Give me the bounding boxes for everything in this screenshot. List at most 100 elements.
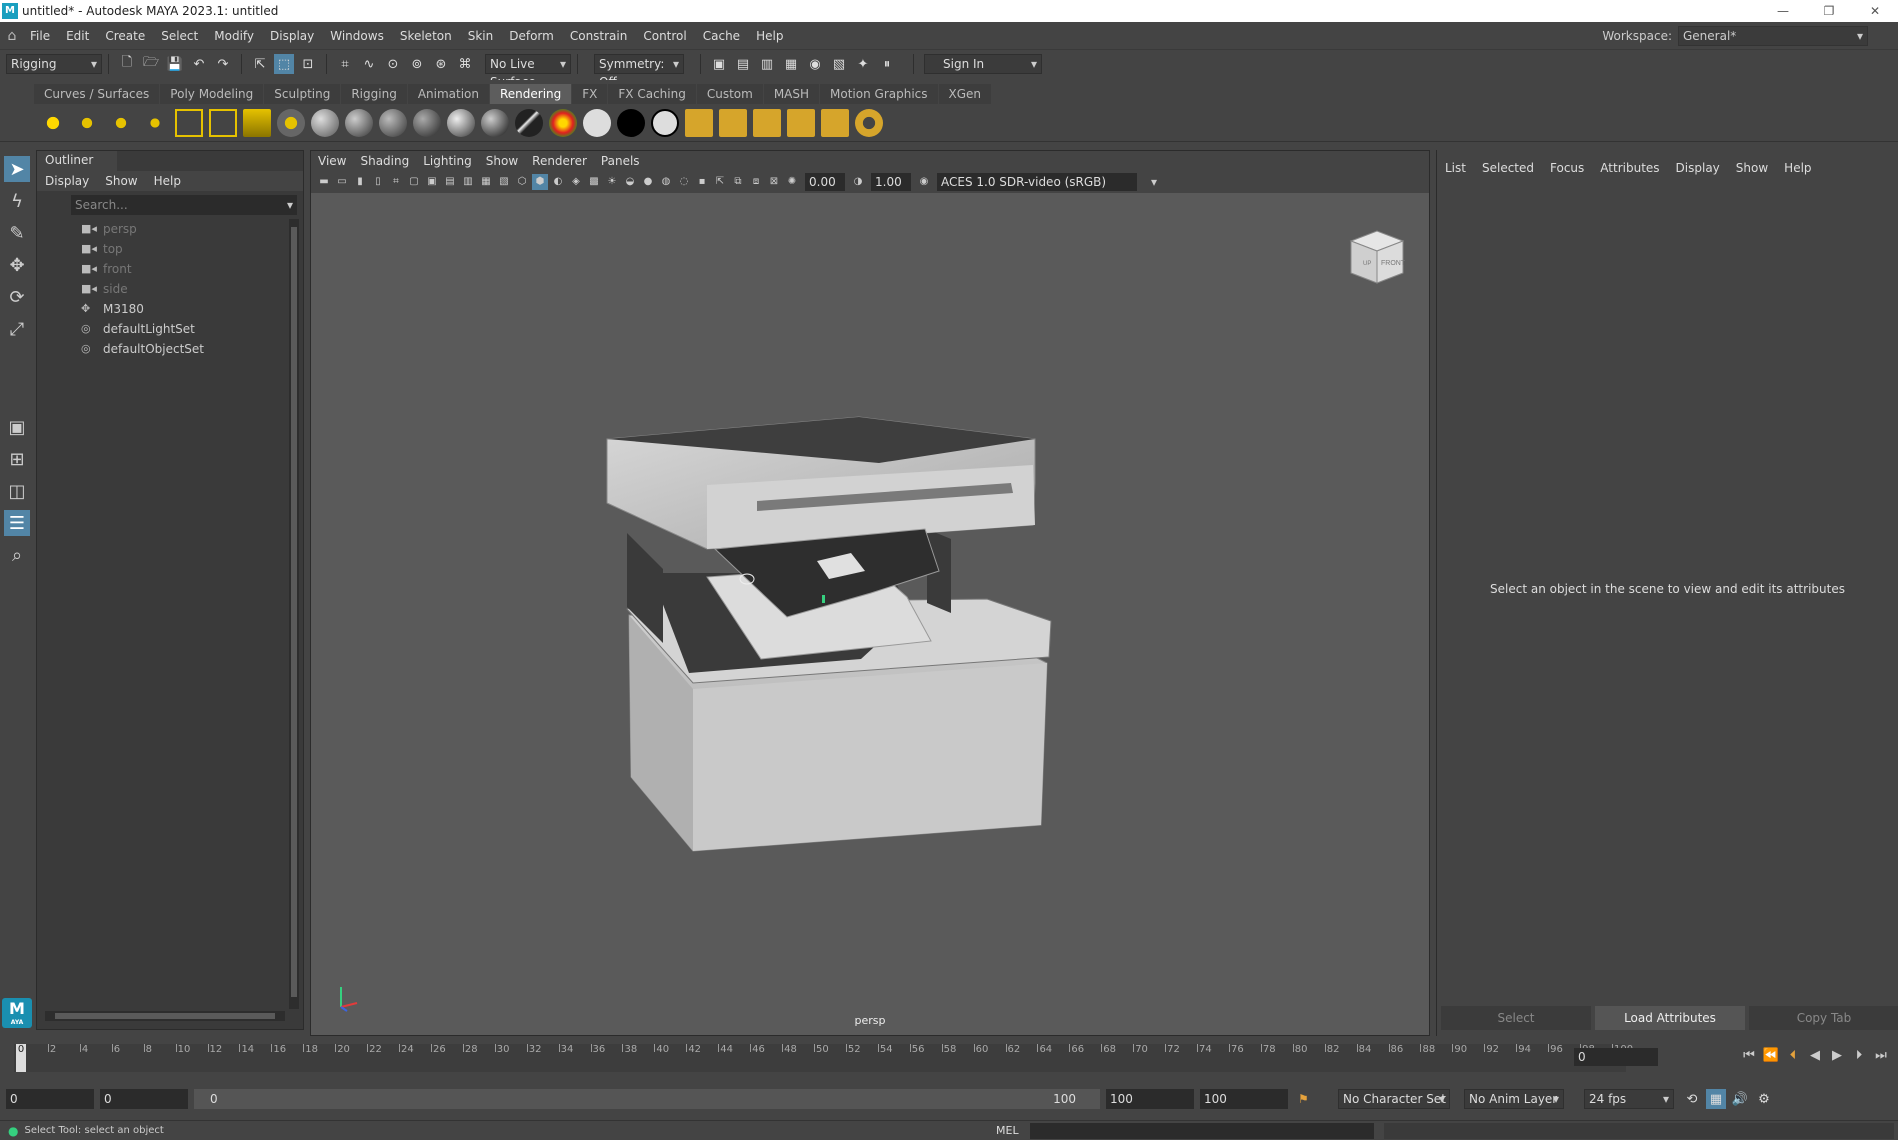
outliner-item-m3180[interactable]: ✥ M3180 [37,299,303,319]
workspace-dropdown[interactable]: General* [1678,26,1868,46]
render-view-icon[interactable]: ▣ [709,54,729,74]
scene-start-field[interactable]: 0 [6,1089,94,1109]
light-editor-icon[interactable]: ✦ [853,54,873,74]
playback-start-field[interactable]: 0 [100,1089,188,1109]
field-chart-icon[interactable]: ▥ [460,174,476,190]
shadows-icon[interactable]: ◒ [622,174,638,190]
step-back-key-icon[interactable]: ⏪ [1760,1048,1782,1063]
menu-edit[interactable]: Edit [60,29,99,43]
anisotropic-icon[interactable] [413,108,441,137]
select-hierarchy-icon[interactable]: ⇱ [250,54,270,74]
use-default-material-icon[interactable]: ◐ [550,174,566,190]
menu-skin[interactable]: Skin [462,29,504,43]
select-tool-icon[interactable]: ➤ [4,156,30,182]
ae-menu-focus[interactable]: Focus [1542,161,1592,175]
step-forward-frame-icon[interactable]: ⏵ [1848,1048,1870,1063]
shelf-tab-xgen[interactable]: XGen [938,84,992,104]
menu-windows[interactable]: Windows [324,29,394,43]
paint-select-icon[interactable]: ✎ [4,220,30,246]
phong-icon[interactable] [379,108,407,137]
outliner-menu-display[interactable]: Display [37,174,97,188]
outlined-material-icon[interactable] [651,108,679,137]
film-gate-icon[interactable]: ▢ [406,174,422,190]
rotate-tool-icon[interactable]: ⟳ [4,284,30,310]
outliner-menu-show[interactable]: Show [97,174,145,188]
go-to-end-icon[interactable]: ⏭ [1870,1048,1892,1063]
bookmark-icon[interactable]: ▮ [352,174,368,190]
outliner-item-front[interactable]: ■◂ front [37,259,303,279]
load-attributes-button[interactable]: Load Attributes [1595,1006,1745,1030]
gate-mask-icon[interactable]: ▤ [442,174,458,190]
shelf-tab-rigging[interactable]: Rigging [341,84,407,104]
ae-menu-show[interactable]: Show [1728,161,1776,175]
xray-components-icon[interactable]: ⊠ [766,174,782,190]
minimize-button[interactable]: — [1760,0,1806,22]
textured-icon[interactable]: ▩ [586,174,602,190]
shelf-tab-motion-graphics[interactable]: Motion Graphics [820,84,938,104]
snap-grid-icon[interactable]: ⌗ [335,54,355,74]
shelf-tab-poly[interactable]: Poly Modeling [160,84,264,104]
viewport-menu-renderer[interactable]: Renderer [525,154,594,168]
live-surface-field[interactable]: No Live Surface [485,54,571,89]
shelf-tab-animation[interactable]: Animation [407,84,489,104]
menu-select[interactable]: Select [155,29,208,43]
menu-modify[interactable]: Modify [208,29,264,43]
outliner-menu-help[interactable]: Help [146,174,189,188]
shelf-tab-curves[interactable]: Curves / Surfaces [34,84,160,104]
ae-menu-help[interactable]: Help [1776,161,1819,175]
viewport-menu-view[interactable]: View [311,154,353,168]
safe-title-icon[interactable]: ▧ [496,174,512,190]
outliner-item-persp[interactable]: ■◂ persp [37,219,303,239]
undo-icon[interactable]: ↶ [189,54,209,74]
image-plane-icon[interactable]: ▯ [370,174,386,190]
lambert-icon[interactable] [311,108,339,137]
snap-view-icon[interactable]: ⊚ [407,54,427,74]
loop-icon[interactable]: ⟲ [1682,1089,1702,1109]
menuset-dropdown[interactable]: Rigging [6,54,102,74]
standard-surface-icon[interactable] [549,108,577,137]
ramp-shader-icon[interactable] [515,108,543,137]
black-material-icon[interactable] [617,108,645,137]
character-set-dropdown[interactable]: No Character Set [1338,1089,1450,1109]
four-pane-layout-icon[interactable]: ⊞ [4,446,30,472]
viewport-menu-show[interactable]: Show [479,154,525,168]
outliner-vertical-scrollbar[interactable] [289,219,299,1009]
search-icon[interactable]: ⌕ [4,542,30,568]
script-language-label[interactable]: MEL [996,1124,1019,1137]
select-object-icon[interactable]: ⬚ [274,54,294,74]
ipr-shelf-icon[interactable] [753,108,781,137]
viewport-menu-panels[interactable]: Panels [594,154,647,168]
wireframe-icon[interactable]: ⬡ [514,174,530,190]
spot-light-icon[interactable] [141,108,169,137]
layered-shader-icon[interactable] [481,108,509,137]
current-frame-field[interactable]: 0 [1574,1048,1658,1066]
move-tool-icon[interactable]: ✥ [4,252,30,278]
shelf-tab-rendering[interactable]: Rendering [490,84,572,104]
viewport-menu-shading[interactable]: Shading [353,154,416,168]
color-management-icon[interactable]: ◉ [916,174,932,190]
copy-tab-button[interactable]: Copy Tab [1749,1006,1898,1030]
batch-render-icon[interactable] [787,108,815,137]
shelf-tab-custom[interactable]: Custom [696,84,763,104]
range-bar[interactable]: 0 100 [194,1089,1100,1109]
step-back-frame-icon[interactable]: ⏴ [1782,1048,1804,1063]
anti-aliasing-icon[interactable]: ◌ [676,174,692,190]
new-scene-icon[interactable]: 🗋 [117,54,137,74]
two-pane-layout-icon[interactable]: ◫ [4,478,30,504]
snap-magnet-icon[interactable]: ⌘ [455,54,475,74]
command-line-input[interactable] [1030,1122,1374,1139]
render-settings-icon[interactable]: ▦ [781,54,801,74]
menu-constrain[interactable]: Constrain [564,29,638,43]
shelf-tab-fx[interactable]: FX [572,84,608,104]
hypershade-icon[interactable]: ◉ [805,54,825,74]
exposure-icon[interactable]: ✺ [784,174,800,190]
time-settings-icon[interactable]: ⚙ [1754,1089,1774,1109]
resolution-gate-icon[interactable]: ▣ [424,174,440,190]
render-settings-shelf-icon[interactable] [821,108,849,137]
depth-of-field-icon[interactable]: ▪ [694,174,710,190]
menu-skeleton[interactable]: Skeleton [394,29,462,43]
volume-light-icon[interactable] [209,108,237,137]
xray-icon[interactable]: ⧉ [730,174,746,190]
select-component-icon[interactable]: ⊡ [298,54,318,74]
ambient-light-icon[interactable] [107,108,135,137]
